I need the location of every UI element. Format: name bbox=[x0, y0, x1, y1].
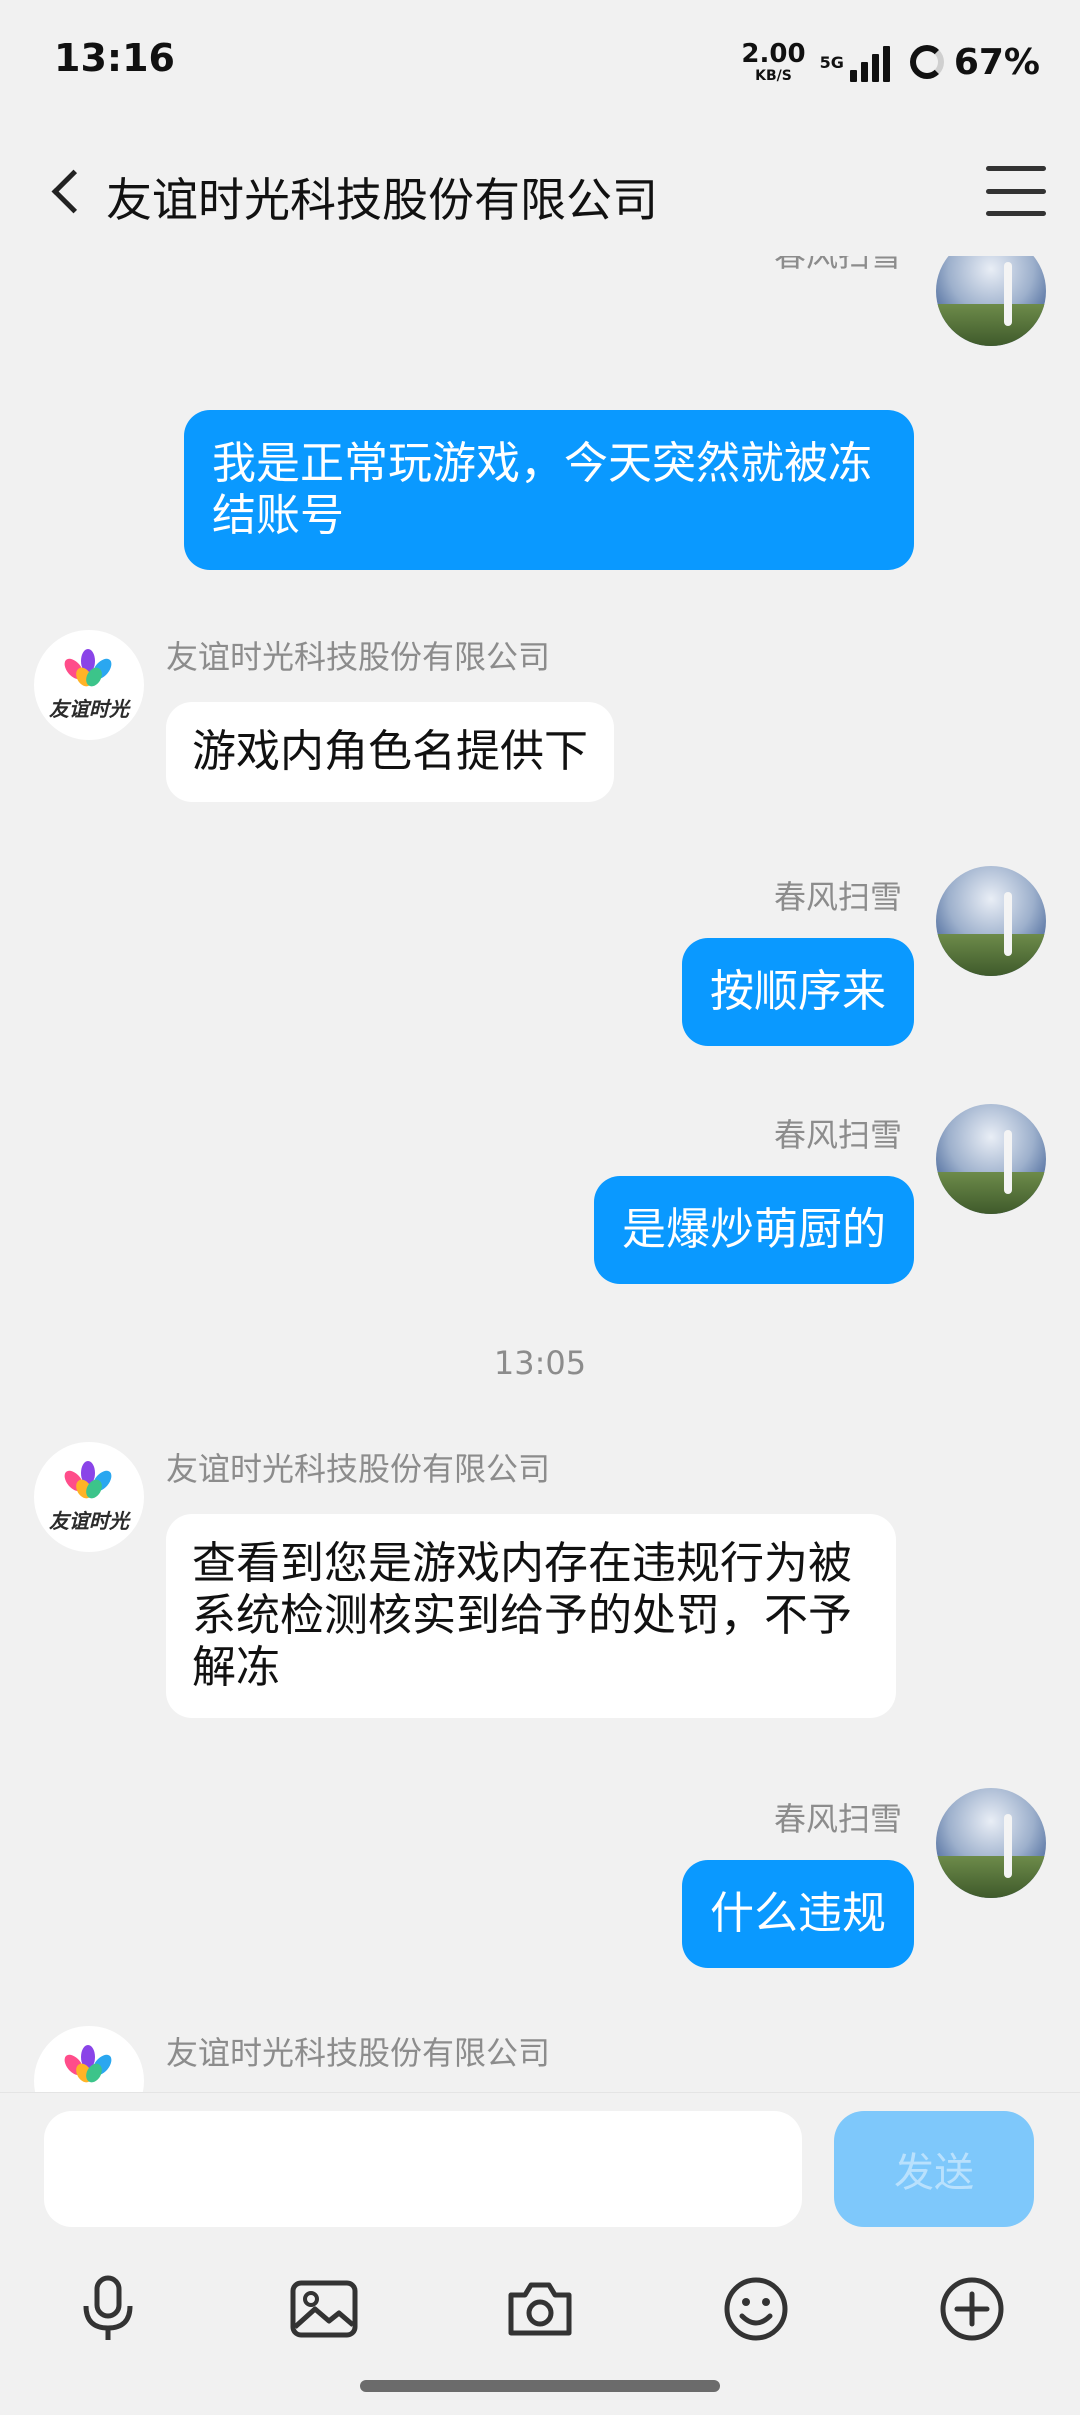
page-title: 友谊时光科技股份有限公司 bbox=[106, 173, 658, 227]
network-speed-value: 2.00 bbox=[741, 39, 806, 69]
user-avatar[interactable] bbox=[936, 866, 1046, 976]
sender-name: 友谊时光科技股份有限公司 bbox=[166, 1450, 551, 1488]
company-logo-text: 友谊时光 bbox=[49, 1508, 129, 1533]
company-logo-text: 友谊时光 bbox=[49, 696, 129, 721]
status-indicators: 2.00 KB/S 5G 67% bbox=[741, 36, 1040, 88]
message-bubble-incoming[interactable]: 查看到您是游戏内存在违规行为被系统检测核实到给予的处罚，不予解冻 bbox=[166, 1514, 896, 1718]
sender-name: 友谊时光科技股份有限公司 bbox=[166, 638, 551, 676]
sender-name: 春风扫雪 bbox=[773, 1800, 902, 1838]
company-avatar[interactable]: 友谊时光 bbox=[34, 1442, 144, 1552]
network-speed: 2.00 KB/S bbox=[741, 41, 805, 83]
user-avatar[interactable] bbox=[936, 256, 1046, 346]
message-list[interactable]: 春风扫雪 我是正常玩游戏，今天突然就被冻结账号 友谊时光 友谊时光科技股份有限公… bbox=[0, 256, 1080, 2092]
chat-header: 友谊时光科技股份有限公司 bbox=[0, 126, 1080, 256]
message-bubble-outgoing[interactable]: 按顺序来 bbox=[682, 938, 914, 1046]
company-logo-icon bbox=[59, 1460, 119, 1501]
signal-icon: 5G bbox=[820, 42, 890, 82]
camera-icon[interactable] bbox=[490, 2259, 590, 2359]
network-type: 5G bbox=[819, 53, 844, 72]
microphone-icon[interactable] bbox=[58, 2259, 158, 2359]
company-logo-icon bbox=[59, 2044, 119, 2085]
company-avatar[interactable]: 友谊时光 bbox=[34, 2026, 144, 2092]
message-input[interactable] bbox=[44, 2111, 802, 2227]
menu-icon-line bbox=[986, 188, 1046, 194]
battery-percent: 67% bbox=[953, 41, 1040, 83]
company-logo-icon bbox=[59, 648, 119, 689]
sender-name: 春风扫雪 bbox=[774, 256, 902, 276]
battery-icon bbox=[909, 45, 944, 79]
chevron-left-icon bbox=[51, 169, 95, 213]
menu-icon-line bbox=[986, 166, 1046, 171]
back-button[interactable] bbox=[36, 156, 100, 226]
time-separator: 13:05 bbox=[493, 1344, 587, 1382]
sender-name: 春风扫雪 bbox=[773, 878, 902, 916]
company-avatar[interactable]: 友谊时光 bbox=[34, 630, 144, 740]
home-indicator[interactable] bbox=[360, 2380, 720, 2392]
composer-toolbar bbox=[0, 2259, 1080, 2359]
sender-name: 春风扫雪 bbox=[773, 1116, 902, 1154]
status-bar: 13:16 2.00 KB/S 5G 67% bbox=[0, 0, 1080, 126]
sender-name: 友谊时光科技股份有限公司 bbox=[166, 2034, 551, 2072]
user-avatar[interactable] bbox=[936, 1104, 1046, 1214]
network-speed-unit: KB/S bbox=[755, 68, 792, 84]
user-avatar[interactable] bbox=[936, 1788, 1046, 1898]
send-button[interactable]: 发送 bbox=[834, 2111, 1034, 2227]
composer: 发送 bbox=[0, 2092, 1080, 2415]
message-bubble-incoming[interactable]: 游戏内角色名提供下 bbox=[166, 702, 614, 802]
status-time: 13:16 bbox=[54, 36, 175, 80]
menu-icon-line bbox=[986, 211, 1046, 216]
emoji-icon[interactable] bbox=[706, 2259, 806, 2359]
message-bubble-outgoing[interactable]: 什么违规 bbox=[682, 1860, 914, 1968]
plus-icon[interactable] bbox=[922, 2259, 1022, 2359]
message-bubble-outgoing[interactable]: 我是正常玩游戏，今天突然就被冻结账号 bbox=[184, 410, 914, 570]
menu-button[interactable] bbox=[986, 166, 1046, 216]
image-icon[interactable] bbox=[274, 2259, 374, 2359]
message-bubble-outgoing[interactable]: 是爆炒萌厨的 bbox=[594, 1176, 914, 1284]
